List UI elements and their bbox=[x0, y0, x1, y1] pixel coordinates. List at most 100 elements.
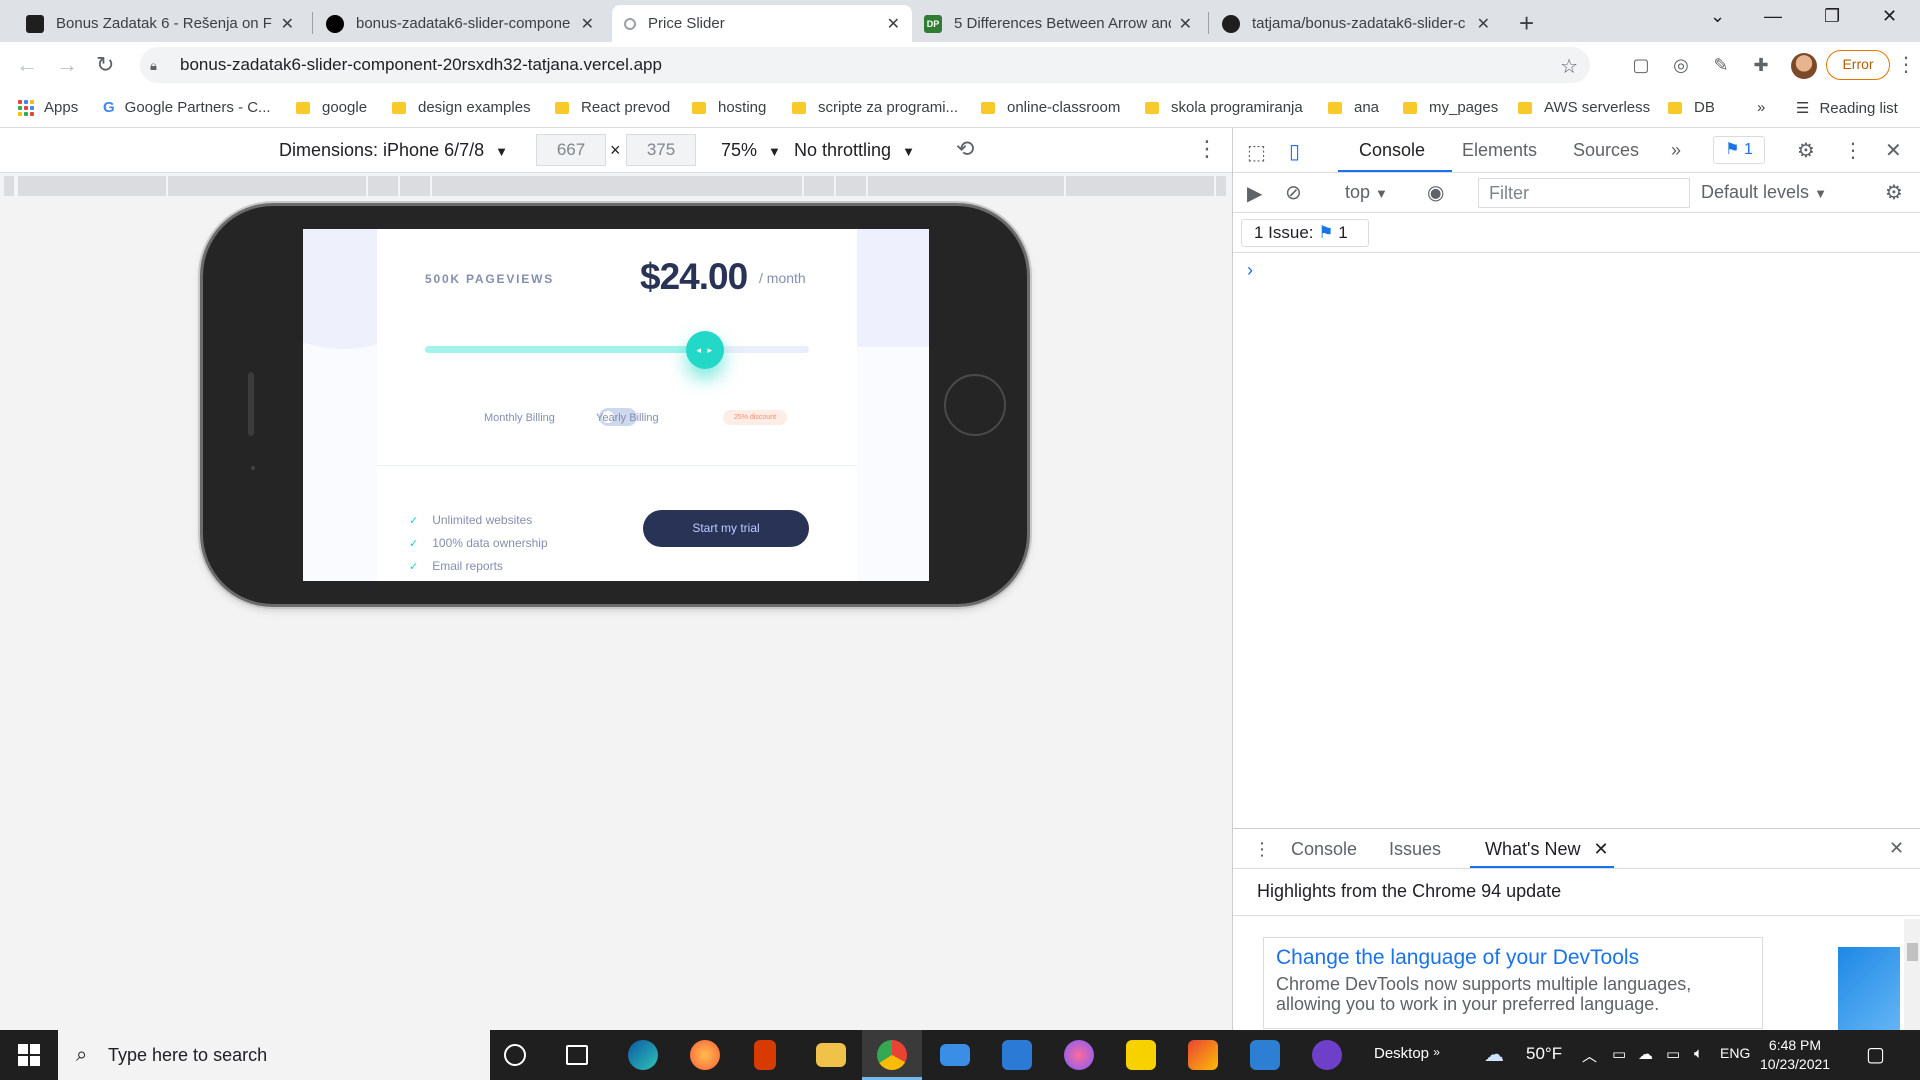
throttling-select[interactable]: No throttling ▼ bbox=[794, 140, 915, 161]
close-icon[interactable]: ✕ bbox=[1179, 14, 1192, 34]
inspect-element-icon[interactable]: ⬚ bbox=[1247, 140, 1266, 165]
onedrive-icon[interactable]: ☁ bbox=[1638, 1045, 1653, 1063]
console-prompt[interactable]: › bbox=[1247, 260, 1253, 281]
restore-button[interactable]: ❐ bbox=[1824, 6, 1840, 27]
start-trial-button[interactable]: Start my trial bbox=[643, 510, 809, 547]
height-input[interactable]: 375 bbox=[626, 134, 696, 166]
browser-menu-icon[interactable]: ⋮ bbox=[1896, 52, 1916, 77]
error-button[interactable]: Error bbox=[1826, 50, 1890, 80]
back-button[interactable]: ← bbox=[16, 52, 38, 78]
edge-icon[interactable] bbox=[628, 1040, 658, 1070]
bookmark-folder[interactable]: hosting bbox=[692, 99, 766, 116]
github-desktop-icon[interactable] bbox=[1312, 1040, 1342, 1070]
new-tab-button[interactable]: + bbox=[1519, 8, 1534, 39]
browser-tab-active[interactable]: Price Slider ✕ bbox=[612, 5, 912, 42]
office-icon[interactable] bbox=[754, 1040, 776, 1070]
rotate-icon[interactable]: ⟲ bbox=[956, 136, 974, 162]
photos-icon[interactable] bbox=[1250, 1040, 1280, 1070]
cortana-icon[interactable] bbox=[504, 1044, 526, 1066]
paint-icon[interactable] bbox=[1064, 1040, 1094, 1070]
language-indicator[interactable]: ENG bbox=[1720, 1045, 1750, 1061]
bookmark-folder[interactable]: design examples bbox=[392, 99, 531, 116]
taskbar-clock[interactable]: 6:48 PM 10/23/2021 bbox=[1760, 1036, 1830, 1074]
drawer-tab-console[interactable]: Console bbox=[1291, 839, 1357, 860]
bookmark-folder[interactable]: online-classroom bbox=[981, 99, 1120, 116]
tray-overflow-icon[interactable]: ︿ bbox=[1582, 1045, 1597, 1066]
taskbar-search[interactable]: ⌕ Type here to search bbox=[58, 1030, 490, 1080]
browser-tab[interactable]: tatjama/bonus-zadatak6-slider-c ✕ bbox=[1210, 5, 1502, 42]
device-toolbar-menu-icon[interactable]: ⋮ bbox=[1196, 136, 1218, 162]
meet-now-icon[interactable]: ▭ bbox=[1612, 1045, 1626, 1063]
bookmark-google-partners[interactable]: G Google Partners - C... bbox=[103, 99, 271, 116]
sidebar-toggle-icon[interactable]: ▶ bbox=[1247, 181, 1262, 206]
weather-icon[interactable]: ☁ bbox=[1484, 1042, 1504, 1067]
profile-avatar[interactable] bbox=[1791, 53, 1817, 79]
close-drawer-icon[interactable]: ✕ bbox=[1889, 838, 1904, 859]
puzzle-icon[interactable]: ✚ bbox=[1750, 55, 1772, 77]
bookmark-folder[interactable]: my_pages bbox=[1403, 99, 1498, 116]
bookmark-folder[interactable]: skola programiranja bbox=[1145, 99, 1303, 116]
file-explorer-icon[interactable] bbox=[816, 1043, 846, 1067]
width-input[interactable]: 667 bbox=[536, 134, 606, 166]
bookmark-folder[interactable]: AWS serverless bbox=[1518, 99, 1650, 116]
context-select[interactable]: top ▼ bbox=[1345, 182, 1388, 203]
drawer-tab-whats-new[interactable]: What's New ✕ bbox=[1485, 839, 1609, 860]
whats-new-card-title[interactable]: Change the language of your DevTools bbox=[1276, 946, 1750, 970]
bookmark-star-icon[interactable]: ☆ bbox=[1560, 54, 1578, 79]
forward-button[interactable]: → bbox=[56, 52, 78, 78]
browser-tab[interactable]: Bonus Zadatak 6 - Rešenja on FE ✕ bbox=[14, 5, 306, 42]
gmail-icon[interactable] bbox=[1188, 1040, 1218, 1070]
task-view-icon[interactable] bbox=[566, 1045, 588, 1065]
reload-button[interactable]: ↻ bbox=[96, 52, 114, 78]
issues-button[interactable]: 1 Issue: ⚑ 1 bbox=[1241, 219, 1369, 247]
minimize-button[interactable]: — bbox=[1764, 6, 1782, 27]
device-select[interactable]: Dimensions: iPhone 6/7/8 ▼ bbox=[279, 140, 508, 161]
zoom-select[interactable]: 75% ▼ bbox=[721, 140, 781, 161]
close-icon[interactable]: ✕ bbox=[581, 14, 594, 34]
chrome-icon[interactable] bbox=[877, 1040, 907, 1070]
device-toggle-icon[interactable]: ▯ bbox=[1289, 139, 1300, 164]
extension-icon[interactable]: ▢ bbox=[1630, 55, 1652, 77]
close-icon[interactable]: ✕ bbox=[1477, 14, 1490, 34]
bookmark-folder[interactable]: ana bbox=[1328, 99, 1379, 116]
bookmark-folder[interactable]: DB bbox=[1668, 99, 1715, 116]
address-bar[interactable]: 🔒︎ bonus-zadatak6-slider-component-20rsx… bbox=[140, 47, 1590, 83]
reading-list-button[interactable]: ☰ Reading list bbox=[1796, 99, 1898, 118]
bookmark-apps[interactable]: Apps bbox=[18, 99, 78, 116]
firefox-icon[interactable] bbox=[690, 1040, 720, 1070]
more-tabs-icon[interactable]: » bbox=[1671, 140, 1681, 161]
bookmark-folder[interactable]: React prevod bbox=[555, 99, 670, 116]
clear-console-icon[interactable]: ⊘ bbox=[1285, 180, 1302, 205]
sticky-notes-icon[interactable] bbox=[1126, 1040, 1156, 1070]
browser-tab[interactable]: DP 5 Differences Between Arrow and ✕ bbox=[912, 5, 1204, 42]
console-settings-icon[interactable]: ⚙ bbox=[1885, 180, 1903, 205]
close-devtools-icon[interactable]: ✕ bbox=[1885, 138, 1902, 163]
close-icon[interactable]: ✕ bbox=[281, 14, 294, 34]
live-expression-eye-icon[interactable]: ◉ bbox=[1427, 180, 1444, 205]
vscode-icon[interactable] bbox=[1002, 1040, 1032, 1070]
console-filter-input[interactable]: Filter bbox=[1478, 178, 1690, 208]
desktop-toolbar[interactable]: Desktop » bbox=[1374, 1045, 1440, 1062]
tab-console[interactable]: Console bbox=[1359, 140, 1425, 161]
eyedropper-icon[interactable]: ✎ bbox=[1710, 55, 1732, 77]
volume-icon[interactable]: 🔈︎ bbox=[1694, 1045, 1703, 1062]
close-tab-icon[interactable]: ✕ bbox=[1593, 839, 1608, 859]
notifications-icon[interactable]: ▢ bbox=[1866, 1042, 1885, 1067]
slider-thumb[interactable]: ◂ ▸ bbox=[686, 331, 725, 369]
media-query-bar[interactable] bbox=[0, 173, 1232, 200]
bookmark-folder[interactable]: scripte za programi... bbox=[792, 99, 958, 116]
close-icon[interactable]: ✕ bbox=[887, 14, 900, 34]
temperature[interactable]: 50°F bbox=[1526, 1044, 1562, 1064]
tab-search-icon[interactable]: ⌄ bbox=[1710, 6, 1725, 27]
drawer-menu-icon[interactable]: ⋮ bbox=[1253, 839, 1271, 860]
close-window-button[interactable]: ✕ bbox=[1882, 6, 1897, 27]
mail-icon[interactable] bbox=[940, 1044, 970, 1066]
extension-icon[interactable]: ◎ bbox=[1670, 55, 1692, 77]
settings-icon[interactable]: ⚙ bbox=[1797, 138, 1815, 163]
scrollbar-thumb[interactable] bbox=[1907, 943, 1918, 961]
issues-badge[interactable]: ⚑ 1 bbox=[1713, 136, 1765, 164]
devtools-menu-icon[interactable]: ⋮ bbox=[1843, 138, 1863, 163]
tab-elements[interactable]: Elements bbox=[1462, 140, 1537, 161]
log-levels-select[interactable]: Default levels ▼ bbox=[1701, 182, 1827, 203]
pageviews-slider[interactable] bbox=[425, 346, 809, 353]
